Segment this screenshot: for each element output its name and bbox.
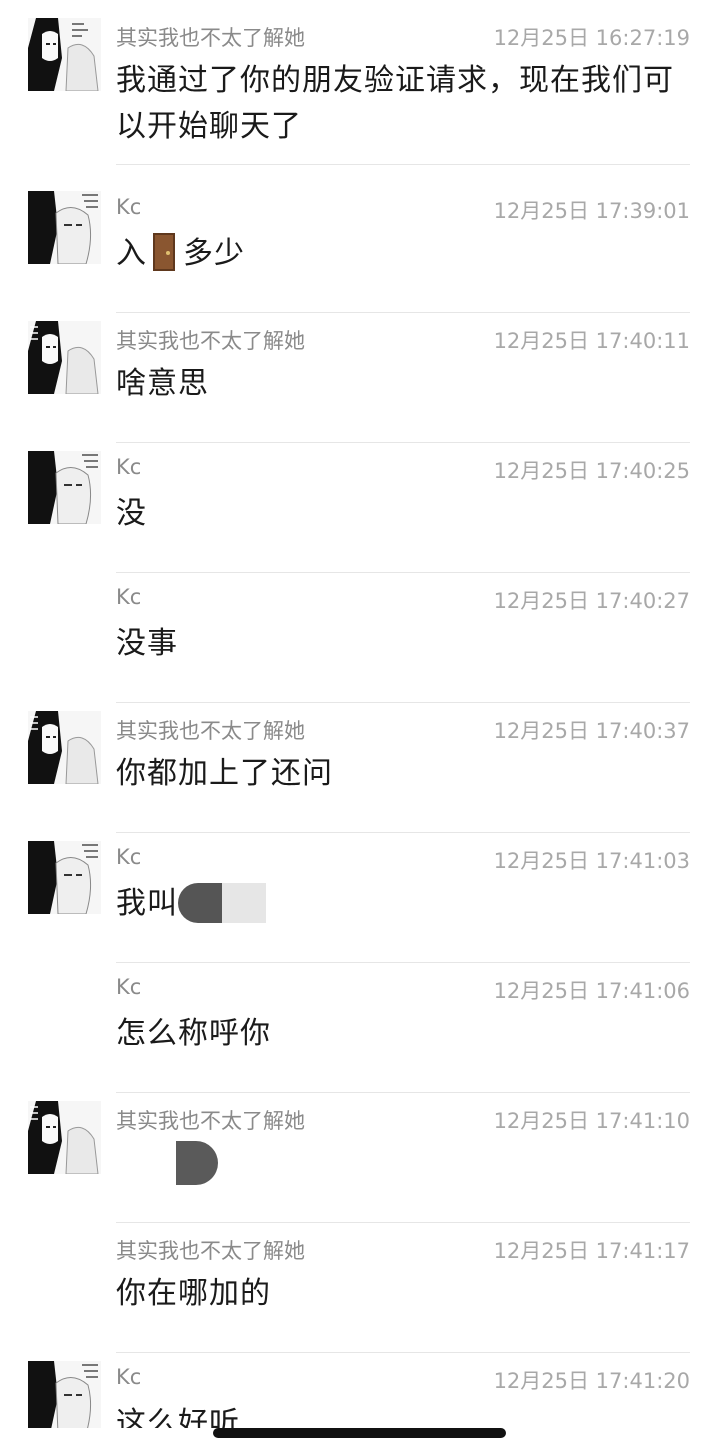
divider: [116, 164, 690, 165]
message-text-part: 多少: [183, 236, 245, 271]
chat-message[interactable]: 其实我也不太了解她 12月25日 17:41:17 你在哪加的: [0, 1213, 720, 1353]
sender-name: 其实我也不太了解她: [116, 1239, 305, 1263]
sender-name: Kc: [116, 845, 142, 869]
chat-message[interactable]: Kc 12月25日 17:39:01 入 多少: [0, 173, 720, 313]
manga-avatar-icon[interactable]: [28, 1101, 101, 1174]
chat-message[interactable]: 其实我也不太了解她 12月25日 16:27:19 我通过了你的朋友验证请求，现…: [0, 0, 720, 165]
message-text: 啥意思: [116, 366, 209, 401]
chat-message[interactable]: 其实我也不太了解她 12月25日 17:40:11 啥意思: [0, 303, 720, 443]
sender-name: Kc: [116, 195, 142, 219]
sender-name: Kc: [116, 975, 142, 999]
redaction-block: [176, 1141, 218, 1185]
chat-message[interactable]: 其实我也不太了解她 12月25日 17:40:37 你都加上了还问: [0, 693, 720, 833]
chat-message[interactable]: Kc 12月25日 17:40:25 没: [0, 433, 720, 573]
sender-name: Kc: [116, 1365, 142, 1389]
chat-message[interactable]: Kc 12月25日 17:41:06 怎么称呼你: [0, 953, 720, 1093]
message-timestamp: 12月25日 17:41:03: [493, 849, 690, 873]
manga-avatar-icon[interactable]: [28, 191, 101, 264]
message-text: 这么好听: [116, 1406, 240, 1428]
chat-message[interactable]: 其实我也不太了解她 12月25日 17:41:10: [0, 1083, 720, 1223]
manga-avatar-icon[interactable]: [28, 1361, 101, 1428]
message-timestamp: 12月25日 17:41:10: [493, 1109, 690, 1133]
chat-history: 其实我也不太了解她 12月25日 16:27:19 我通过了你的朋友验证请求，现…: [0, 0, 720, 1455]
manga-avatar-icon[interactable]: [28, 18, 101, 91]
message-text-part: 入: [116, 236, 147, 271]
chat-message[interactable]: Kc 12月25日 17:41:03 我叫: [0, 823, 720, 963]
message-timestamp: 12月25日 17:40:11: [493, 329, 690, 353]
chat-message[interactable]: Kc 12月25日 17:41:20 这么好听: [0, 1343, 720, 1428]
manga-avatar-icon[interactable]: [28, 841, 101, 914]
home-indicator[interactable]: [213, 1428, 506, 1438]
message-text: 入 多少: [116, 231, 696, 277]
message-timestamp: 12月25日 17:40:27: [493, 589, 690, 613]
sender-name: Kc: [116, 585, 142, 609]
message-text: [116, 1141, 696, 1187]
message-timestamp: 12月25日 17:41:06: [493, 979, 690, 1003]
message-text: 你都加上了还问: [116, 756, 333, 791]
message-timestamp: 12月25日 17:40:37: [493, 719, 690, 743]
sender-name: Kc: [116, 455, 142, 479]
door-emoji-icon: [153, 233, 175, 271]
message-text-part: 我叫: [116, 886, 178, 921]
sender-name: 其实我也不太了解她: [116, 329, 305, 353]
message-text: 怎么称呼你: [116, 1016, 271, 1051]
redaction-block: [222, 883, 266, 923]
manga-avatar-icon[interactable]: [28, 321, 101, 394]
message-timestamp: 12月25日 17:40:25: [493, 459, 690, 483]
redaction-block: [178, 883, 222, 923]
manga-avatar-icon[interactable]: [28, 711, 101, 784]
message-text: 你在哪加的: [116, 1276, 271, 1311]
message-text: 我通过了你的朋友验证请求，现在我们可以开始聊天了: [116, 63, 674, 144]
message-text: 没事: [116, 626, 178, 661]
manga-avatar-icon[interactable]: [28, 451, 101, 524]
message-text: 没: [116, 496, 147, 531]
sender-name: 其实我也不太了解她: [116, 719, 305, 743]
chat-message[interactable]: Kc 12月25日 17:40:27 没事: [0, 563, 720, 703]
sender-name: 其实我也不太了解她: [116, 1109, 305, 1133]
message-text: 我叫: [116, 881, 696, 927]
message-timestamp: 12月25日 17:39:01: [493, 199, 690, 223]
message-timestamp: 12月25日 17:41:17: [493, 1239, 690, 1263]
sender-name: 其实我也不太了解她: [116, 26, 305, 50]
message-timestamp: 12月25日 16:27:19: [493, 26, 690, 50]
message-timestamp: 12月25日 17:41:20: [493, 1369, 690, 1393]
